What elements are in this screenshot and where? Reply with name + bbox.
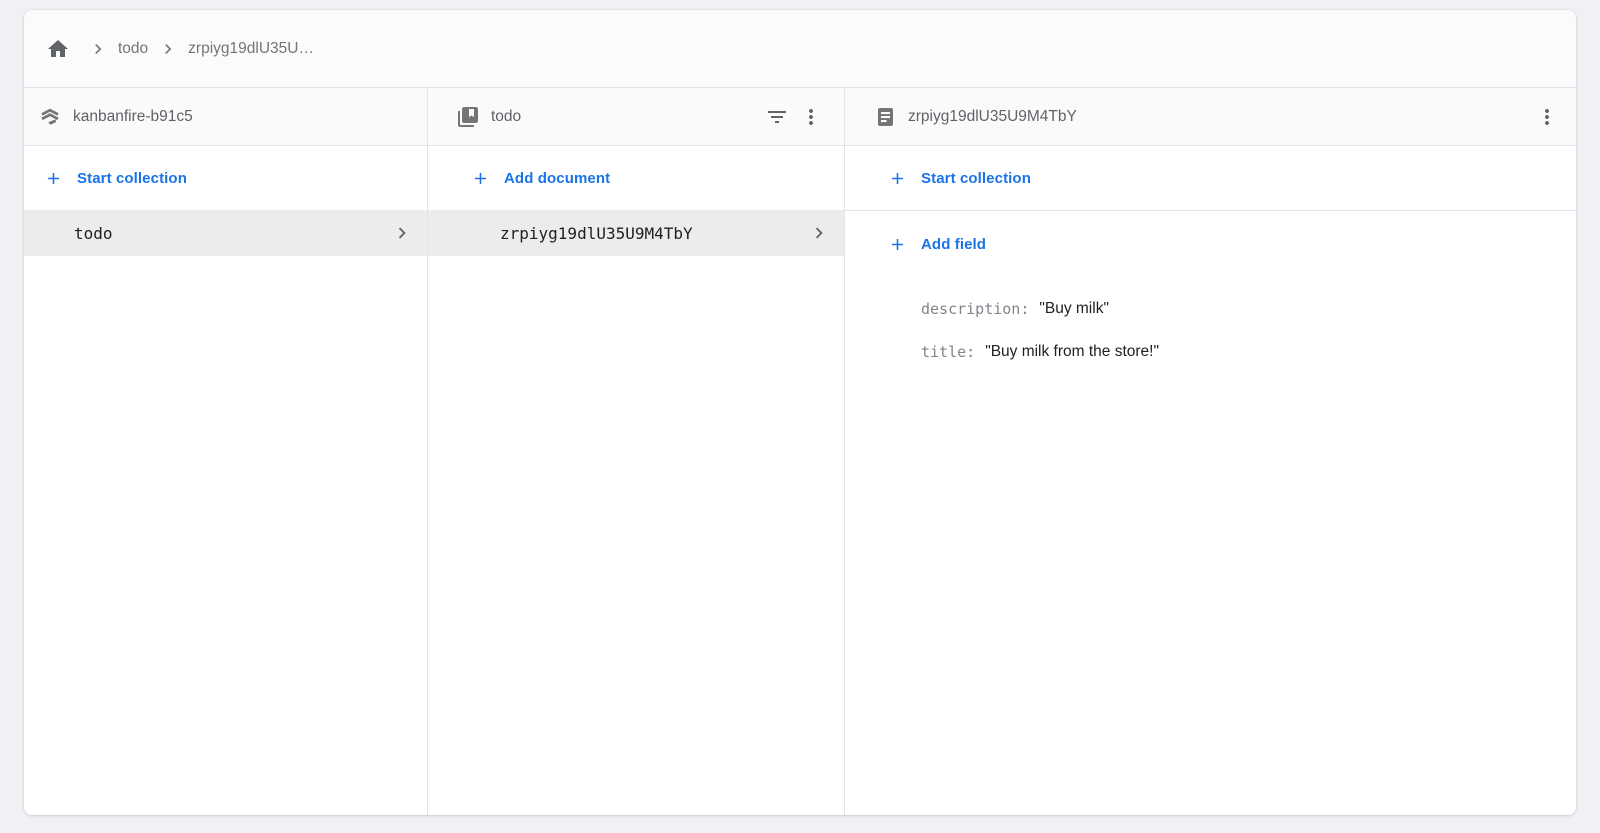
add-icon	[44, 169, 63, 188]
database-panel: kanbanfire-b91c5 Start collection todo	[24, 88, 427, 815]
start-collection-button[interactable]: Start collection	[24, 146, 427, 210]
add-icon	[471, 169, 490, 188]
add-document-label: Add document	[504, 170, 610, 187]
field-name: description:	[921, 300, 1029, 318]
document-title: zrpiyg19dlU35U9M4TbY	[908, 108, 1077, 126]
database-title: kanbanfire-b91c5	[73, 108, 193, 126]
doc-start-collection-label: Start collection	[921, 170, 1031, 187]
more-vert-icon[interactable]	[794, 100, 828, 134]
breadcrumb-item-collection[interactable]: todo	[118, 40, 148, 58]
chevron-right-icon	[808, 222, 830, 244]
collection-title: todo	[491, 108, 521, 126]
field-row-description[interactable]: description: "Buy milk"	[921, 287, 1552, 330]
add-field-label: Add field	[921, 236, 986, 253]
chevron-right-icon	[158, 39, 178, 59]
doc-start-collection-button[interactable]: Start collection	[845, 146, 1576, 211]
breadcrumb-item-document[interactable]: zrpiyg19dlU35U…	[188, 40, 314, 58]
start-collection-label: Start collection	[77, 170, 187, 187]
firestore-data-viewer-card: todo zrpiyg19dlU35U… kanbanfire-b91c5	[24, 10, 1576, 815]
chevron-right-icon	[391, 222, 413, 244]
document-panel: zrpiyg19dlU35U9M4TbY Start collection Ad…	[844, 88, 1576, 815]
collection-item-label: todo	[74, 224, 391, 243]
breadcrumb: todo zrpiyg19dlU35U…	[24, 10, 1576, 88]
document-icon	[873, 105, 897, 129]
add-field-button[interactable]: Add field	[845, 211, 1576, 277]
panels-container: kanbanfire-b91c5 Start collection todo	[24, 88, 1576, 815]
add-icon	[888, 169, 907, 188]
field-name: title:	[921, 343, 975, 361]
more-vert-icon[interactable]	[1530, 100, 1564, 134]
firestore-database-icon	[38, 105, 62, 129]
field-value: "Buy milk"	[1039, 300, 1109, 318]
chevron-right-icon	[88, 39, 108, 59]
collection-list-item-todo[interactable]: todo	[24, 210, 427, 256]
collection-panel: todo Add document zrpiyg19dlU35U9M4TbY	[427, 88, 844, 815]
add-document-button[interactable]: Add document	[428, 146, 844, 210]
document-list-item[interactable]: zrpiyg19dlU35U9M4TbY	[428, 210, 844, 256]
collection-panel-header: todo	[428, 88, 844, 146]
add-icon	[888, 235, 907, 254]
home-icon[interactable]	[46, 37, 70, 61]
filter-icon[interactable]	[760, 100, 794, 134]
collection-bookmark-icon	[456, 105, 480, 129]
field-list: description: "Buy milk" title: "Buy milk…	[845, 277, 1576, 373]
database-panel-header: kanbanfire-b91c5	[24, 88, 427, 146]
document-panel-header: zrpiyg19dlU35U9M4TbY	[845, 88, 1576, 146]
field-value: "Buy milk from the store!"	[985, 343, 1159, 361]
document-item-label: zrpiyg19dlU35U9M4TbY	[500, 224, 808, 243]
field-row-title[interactable]: title: "Buy milk from the store!"	[921, 330, 1552, 373]
